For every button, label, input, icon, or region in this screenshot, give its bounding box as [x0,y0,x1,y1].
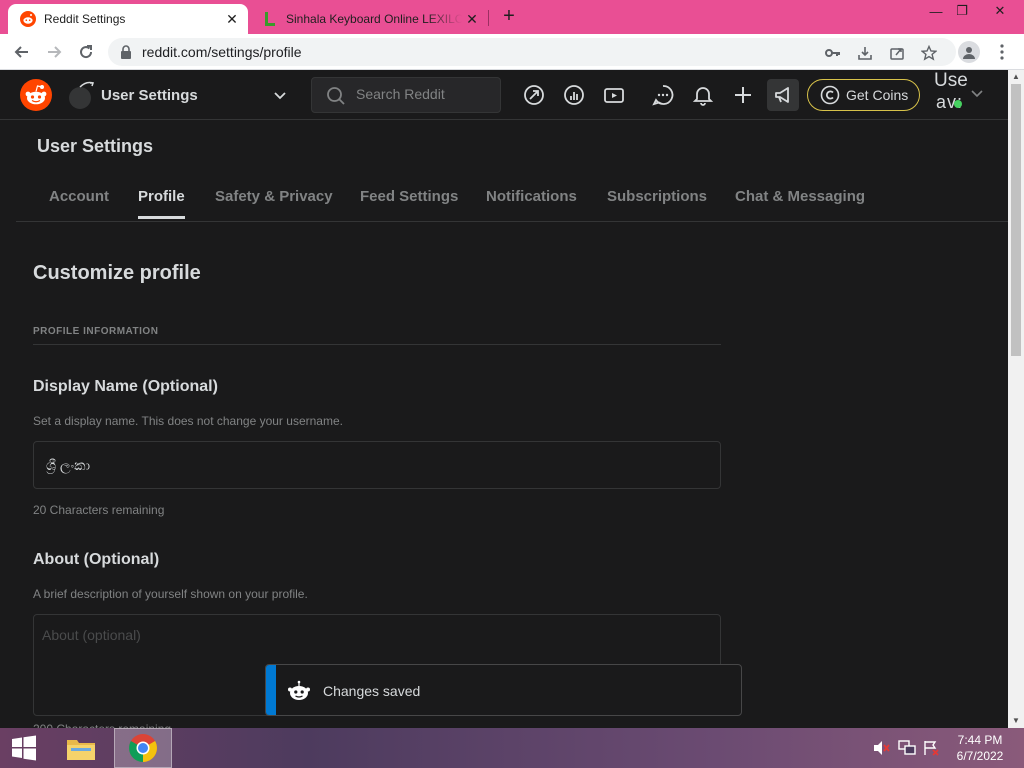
tab-account[interactable]: Account [49,188,109,217]
scroll-up-arrow-icon[interactable]: ▲ [1008,70,1024,84]
display-name-title: Display Name (Optional) [33,378,218,395]
online-status-dot [954,100,962,108]
browser-toolbar: reddit.com/settings/profile [0,34,1024,70]
toast-accent-bar [266,665,276,715]
user-menu[interactable]: Use av: [930,70,996,114]
close-tab-icon[interactable]: ✕ [462,9,482,29]
display-name-remaining: 20 Characters remaining [33,503,165,517]
toast-message: Changes saved [323,683,421,699]
stats-icon[interactable] [562,83,586,107]
settings-tabs: Account Profile Safety & Privacy Feed Se… [16,180,1008,222]
snoo-icon [288,680,310,700]
create-post-plus-icon[interactable] [731,83,755,107]
changes-saved-toast: Changes saved [265,664,742,716]
customize-profile-heading: Customize profile [33,262,201,284]
page-scrollbar[interactable]: ▲ ▼ [1008,70,1024,728]
popular-icon[interactable] [522,83,546,107]
clock-date: 6/7/2022 [956,749,1004,763]
lock-icon [121,45,131,59]
new-tab-button[interactable]: + [498,6,520,28]
forward-button[interactable] [42,40,66,64]
display-name-input[interactable] [33,441,721,489]
maximize-button[interactable]: ❐ [946,0,978,22]
search-box[interactable] [311,77,501,113]
scroll-down-arrow-icon[interactable]: ▼ [1008,714,1024,728]
profile-information-header: PROFILE INFORMATION [33,326,159,337]
about-description: A brief description of yourself shown on… [33,587,308,601]
back-button[interactable] [10,40,34,64]
windows-logo-icon [12,735,36,761]
action-center-flag-icon[interactable] [922,740,940,756]
browser-menu-icon[interactable] [994,42,1010,62]
get-coins-label: Get Coins [846,87,909,103]
page-title: User Settings [37,136,154,156]
tab-title: Sinhala Keyboard Online LEXILOGOS [286,12,462,26]
scrollbar-thumb[interactable] [1011,84,1021,356]
advertise-megaphone-icon[interactable] [767,79,799,111]
tab-safety-privacy[interactable]: Safety & Privacy [215,188,333,217]
reload-button[interactable] [74,40,98,64]
install-app-icon[interactable] [856,44,874,62]
get-coins-button[interactable]: Get Coins [807,79,920,111]
browser-tab-reddit-settings[interactable]: Reddit Settings ✕ [8,4,248,34]
community-switcher[interactable]: User Settings [66,78,288,112]
reddit-logo-icon[interactable] [20,79,52,111]
windows-taskbar: 7:44 PM 6/7/2022 [0,728,1024,768]
username-fragment-top: Use [934,70,968,91]
arrow-right-icon [48,46,62,58]
tab-profile[interactable]: Profile [138,188,185,219]
tab-title: Reddit Settings [44,12,126,26]
notifications-bell-icon[interactable] [691,83,715,107]
close-window-button[interactable]: ✕ [984,0,1016,22]
browser-profile-icon[interactable] [958,41,980,63]
start-button[interactable] [0,728,48,768]
tab-separator [488,10,489,26]
chevron-down-icon [971,90,983,98]
file-explorer-button[interactable] [58,728,104,768]
network-icon[interactable] [898,740,916,756]
section-divider [33,344,721,345]
system-clock[interactable]: 7:44 PM 6/7/2022 [950,732,1010,764]
search-icon [327,87,345,105]
url-text: reddit.com/settings/profile [142,44,302,60]
clock-time: 7:44 PM [957,733,1003,747]
tab-feed-settings[interactable]: Feed Settings [360,188,458,217]
search-input[interactable] [356,86,496,102]
browser-tab-sinhala-keyboard[interactable]: Sinhala Keyboard Online LEXILOGOS ✕ [250,4,488,34]
chrome-icon [129,734,157,762]
volume-muted-icon[interactable] [872,740,890,756]
address-bar[interactable]: reddit.com/settings/profile [108,38,956,66]
chat-icon[interactable] [651,83,675,107]
reload-icon [80,45,93,59]
key-icon[interactable] [824,44,842,62]
tab-subscriptions[interactable]: Subscriptions [607,188,707,217]
close-tab-icon[interactable]: ✕ [222,9,242,29]
coin-icon [820,85,840,105]
chrome-taskbar-button[interactable] [114,728,172,768]
lexilogos-favicon-icon [262,11,278,27]
tab-chat-messaging[interactable]: Chat & Messaging [735,188,865,217]
user-avatar-icon [66,81,95,109]
reddit-favicon-icon [20,11,36,27]
community-label: User Settings [101,86,198,104]
bookmark-star-icon[interactable] [920,44,938,62]
video-icon[interactable] [602,83,626,107]
browser-tab-strip: Reddit Settings ✕ Sinhala Keyboard Onlin… [0,0,1024,34]
tab-notifications[interactable]: Notifications [486,188,577,217]
folder-icon [67,740,95,760]
share-icon[interactable] [888,44,906,62]
reddit-header: User Settings Get Coins Use av: [0,70,1008,120]
chevron-down-icon [272,87,288,103]
display-name-description: Set a display name. This does not change… [33,414,343,428]
about-title: About (Optional) [33,551,160,568]
arrow-left-icon [14,46,28,58]
